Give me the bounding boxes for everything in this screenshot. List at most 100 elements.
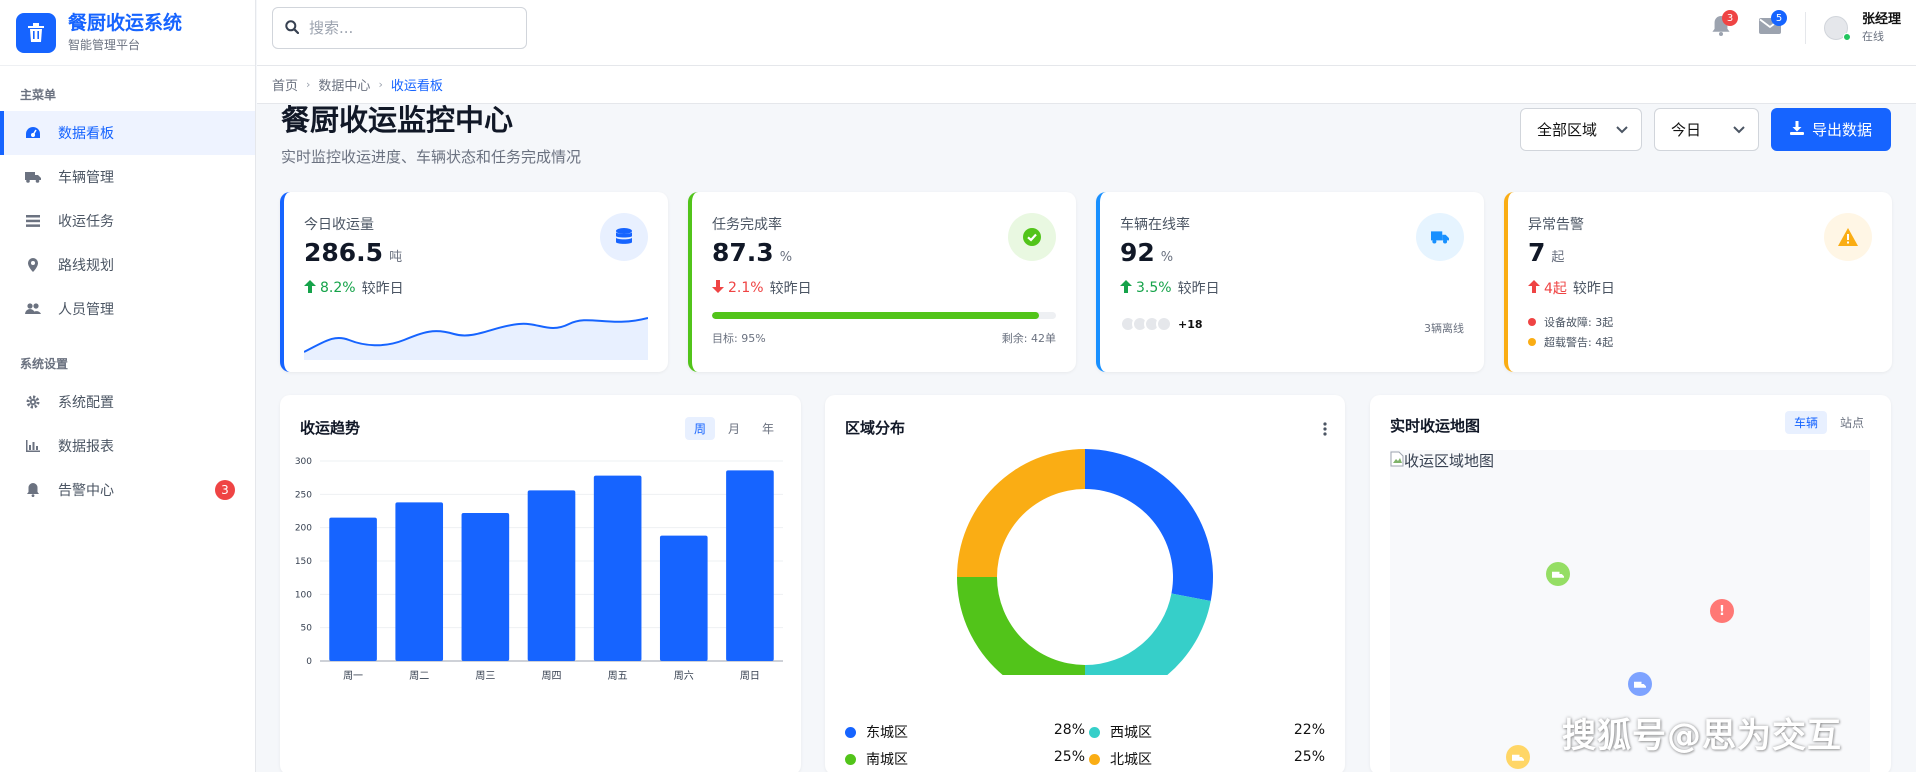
notification-count-badge: 3 <box>1722 10 1738 26</box>
truck-icon <box>1512 748 1524 767</box>
y-tick-label: 0 <box>306 657 312 667</box>
truck-icon <box>1552 565 1564 584</box>
sidebar-item-dashboard[interactable]: 数据看板 <box>0 111 255 155</box>
legend-label: 南城区 <box>866 752 908 768</box>
map-marker-alert[interactable]: ! <box>1710 599 1734 623</box>
arrow-up-icon <box>304 279 316 297</box>
sidebar-item-routes[interactable]: 路线规划 <box>0 243 255 287</box>
sidebar-item-alerts[interactable]: 告警中心 3 <box>0 468 255 512</box>
map-alt-text: 收运区域地图 <box>1404 452 1495 470</box>
breadcrumb-home[interactable]: 首页 <box>272 75 298 94</box>
messages-button[interactable]: 5 <box>1757 10 1787 41</box>
y-tick-label: 100 <box>295 590 312 600</box>
sidebar-item-config[interactable]: 系统配置 <box>0 380 255 424</box>
truck-icon <box>1416 213 1464 261</box>
map-marker-vehicle[interactable] <box>1506 745 1530 769</box>
donut-slice-东城区[interactable] <box>1085 449 1213 601</box>
stat-card-vehicles: 车辆在线率 92% 3.5% 较昨日 +18 3辆离线 <box>1096 192 1484 372</box>
bar-周三[interactable] <box>461 513 510 661</box>
y-tick-label: 50 <box>301 624 313 634</box>
donut-slice-西城区[interactable] <box>1085 593 1211 675</box>
map-image-placeholder: 收运区域地图 <box>1390 450 1494 471</box>
stat-label: 今日收运量 <box>304 217 374 233</box>
stat-number: 92 <box>1120 238 1155 267</box>
arrow-down-icon <box>712 279 724 297</box>
stat-card-alerts: 异常告警 7起 4起 较昨日 设备故障: 3起 超载警告: 4起 <box>1504 192 1892 372</box>
map-panel-title: 实时收运地图 <box>1390 417 1481 435</box>
legend-south: 南城区 <box>845 749 908 769</box>
trend-text: 较昨日 <box>769 281 812 297</box>
database-icon <box>600 213 648 261</box>
breadcrumb-current: 收运看板 <box>390 79 443 94</box>
bar-周日[interactable] <box>726 470 774 661</box>
bar-周六[interactable] <box>659 535 708 661</box>
stat-label: 异常告警 <box>1528 217 1584 233</box>
more-options-icon[interactable] <box>1323 421 1327 440</box>
tab-stations[interactable]: 站点 <box>1831 411 1873 434</box>
sidebar-item-reports[interactable]: 数据报表 <box>0 424 255 468</box>
donut-slice-南城区[interactable] <box>957 577 1085 675</box>
sidebar-item-tasks[interactable]: 收运任务 <box>0 199 255 243</box>
x-tick-label: 周一 <box>343 670 363 682</box>
date-select[interactable]: 今日 <box>1654 108 1759 151</box>
check-circle-icon <box>1008 213 1056 261</box>
trend-value: 8.2% <box>320 280 356 296</box>
header-divider <box>1805 12 1806 44</box>
alert-line-device: 设备故障: 3起 <box>1528 314 1613 330</box>
export-data-button[interactable]: 导出数据 <box>1771 108 1891 151</box>
trend-panel: 收运趋势 周 月 年 0 50 100 150 200 250 300 周一 周二 周三 周四 周五 周… <box>280 395 801 772</box>
exclamation-icon: ! <box>1719 603 1725 619</box>
alert-count-badge: 3 <box>215 480 235 500</box>
sidebar-item-staff[interactable]: 人员管理 <box>0 287 255 331</box>
breadcrumb-data-center[interactable]: 数据中心 <box>318 75 370 94</box>
search-input[interactable] <box>309 19 509 37</box>
page-subtitle: 实时监控收运进度、车辆状态和任务完成情况 <box>281 148 582 166</box>
stat-trend: 8.2% 较昨日 <box>304 278 404 298</box>
search-box[interactable] <box>272 7 527 49</box>
sidebar-item-vehicles[interactable]: 车辆管理 <box>0 155 255 199</box>
chevron-down-icon <box>1615 122 1629 140</box>
tab-month[interactable]: 月 <box>719 417 749 440</box>
tab-week[interactable]: 周 <box>684 417 715 440</box>
trend-range-tabs: 周 月 年 <box>681 417 783 440</box>
trend-text: 较昨日 <box>1177 281 1220 297</box>
stat-unit: % <box>779 250 793 265</box>
legend-east: 东城区 <box>845 722 908 742</box>
brand: 餐厨收运系统 智能管理平台 <box>0 0 255 66</box>
sidebar-item-label: 数据看板 <box>58 126 114 142</box>
sidebar: 餐厨收运系统 智能管理平台 主菜单 数据看板 车辆管理 收运任务 路线规划 人员… <box>0 0 256 772</box>
tab-year[interactable]: 年 <box>753 417 783 440</box>
legend-label: 东城区 <box>866 725 908 741</box>
legend-west: 西城区 <box>1089 722 1152 742</box>
bar-周二[interactable] <box>395 502 444 661</box>
donut-slice-北城区[interactable] <box>957 449 1085 577</box>
map-marker-vehicle[interactable] <box>1546 562 1570 586</box>
legend-label: 北城区 <box>1110 752 1152 768</box>
trend-value: 3.5% <box>1136 280 1172 296</box>
x-tick-label: 周五 <box>608 670 628 682</box>
sidebar-item-label: 告警中心 <box>58 483 114 499</box>
legend-dot <box>1089 753 1100 765</box>
user-menu[interactable]: 张经理 在线 <box>1824 12 1901 44</box>
sidebar-item-label: 系统配置 <box>58 395 114 411</box>
chevron-down-icon <box>1732 122 1746 140</box>
trash-icon <box>16 12 56 53</box>
bar-周一[interactable] <box>329 517 377 661</box>
notifications-button[interactable]: 3 <box>1708 10 1738 41</box>
page-title: 餐厨收运监控中心 <box>281 103 514 137</box>
y-tick-label: 300 <box>295 457 312 467</box>
tasks-icon <box>24 212 42 230</box>
target-note: 目标: 95% <box>712 332 766 345</box>
alert-line-overload: 超载警告: 4起 <box>1528 334 1613 350</box>
map-view-tabs: 车辆 站点 <box>1781 411 1873 434</box>
map-marker-vehicle[interactable] <box>1628 672 1652 696</box>
bar-周四[interactable] <box>527 490 576 661</box>
truck-icon <box>1634 675 1646 694</box>
bar-周五[interactable] <box>593 475 642 661</box>
region-donut-chart <box>957 449 1213 675</box>
legend-value: 22% <box>1293 722 1325 738</box>
tab-vehicles[interactable]: 车辆 <box>1784 411 1827 434</box>
region-select[interactable]: 全部区域 <box>1520 108 1642 151</box>
legend-value: 25% <box>1293 749 1325 765</box>
remaining-note: 剩余: 42单 <box>1001 332 1056 345</box>
